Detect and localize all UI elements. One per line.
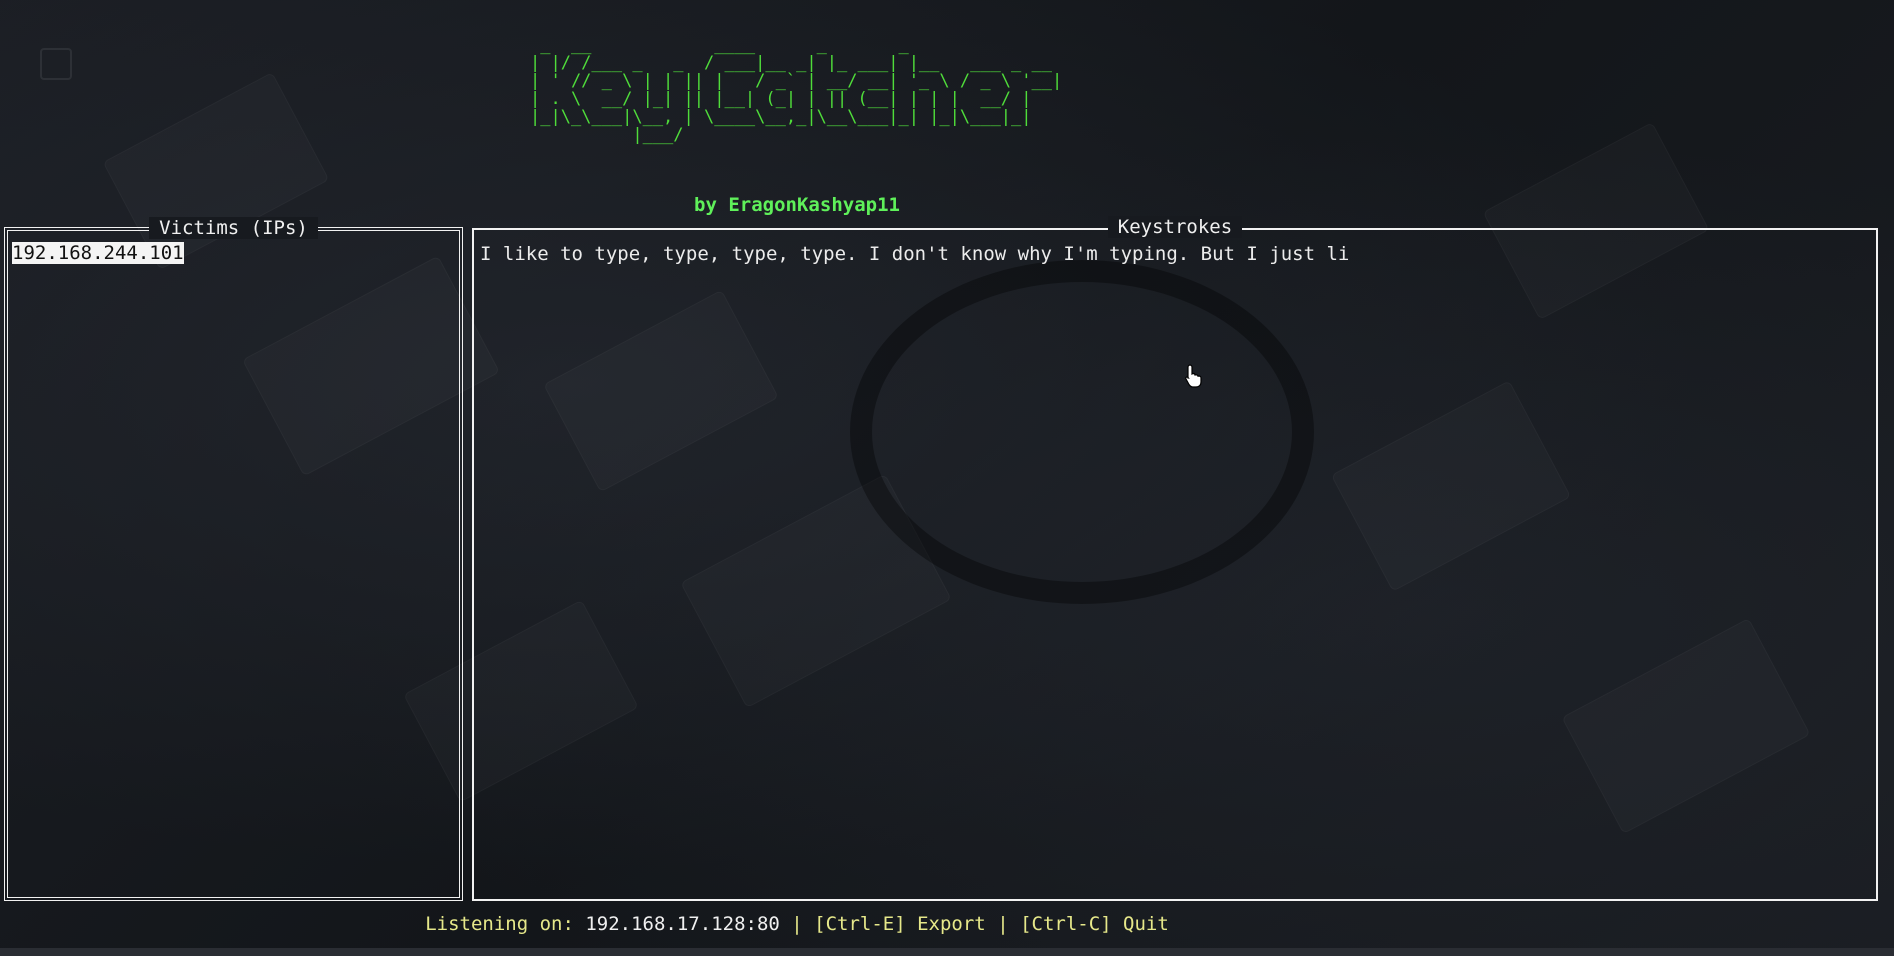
- keystrokes-output: I like to type, type, type, type. I don'…: [480, 243, 1350, 265]
- status-separator: |: [779, 913, 815, 935]
- bottom-strip: [0, 948, 1894, 956]
- victims-panel-title: Victims (IPs): [8, 217, 459, 239]
- keystrokes-panel-title: Keystrokes: [474, 216, 1876, 238]
- keystrokes-panel: Keystrokes I like to type, type, type, t…: [472, 216, 1878, 901]
- export-shortcut[interactable]: [Ctrl-E] Export: [814, 913, 986, 935]
- listening-label: Listening on:: [425, 913, 586, 935]
- victims-list: 192.168.244.101: [12, 242, 184, 264]
- hand-pointer-icon: [1184, 364, 1202, 392]
- victims-panel: Victims (IPs) 192.168.244.101: [4, 217, 463, 901]
- status-bar: Listening on: 192.168.17.128:80 | [Ctrl-…: [0, 913, 1594, 935]
- listening-address: 192.168.17.128:80: [585, 913, 780, 935]
- terminal-window: _ __ ____ _ _ | |/ /___ _ _ / ___|__ _| …: [0, 0, 1894, 956]
- victim-list-item[interactable]: 192.168.244.101: [12, 242, 184, 264]
- status-separator: |: [985, 913, 1021, 935]
- desktop-icon: [40, 48, 72, 80]
- app-banner-ascii-logo: _ __ ____ _ _ | |/ /___ _ _ / ___|__ _| …: [530, 35, 1063, 145]
- quit-shortcut[interactable]: [Ctrl-C] Quit: [1020, 913, 1169, 935]
- author-credit: by EragonKashyap11: [694, 194, 900, 216]
- victim-ip-label: 192.168.244.101: [12, 242, 184, 264]
